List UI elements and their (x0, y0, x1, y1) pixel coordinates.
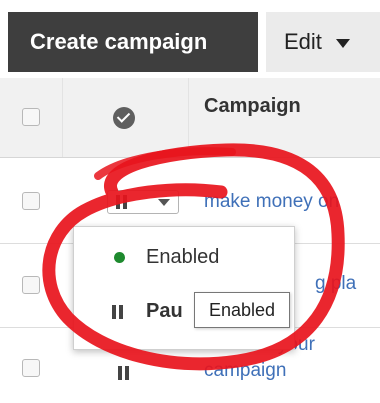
edit-menu-button[interactable]: Edit (266, 12, 380, 72)
pause-icon (116, 195, 128, 209)
row-checkbox[interactable] (22, 276, 40, 294)
row-checkbox[interactable] (22, 359, 40, 377)
campaign-link[interactable]: g pla (315, 273, 356, 295)
status-check-icon (113, 107, 135, 129)
status-option-enabled[interactable]: Enabled (74, 235, 294, 285)
status-option-label: Enabled (146, 246, 220, 268)
edit-button-label: Edit (284, 29, 322, 54)
create-campaign-button[interactable]: Create campaign (8, 12, 258, 72)
column-divider (62, 78, 63, 157)
status-dropdown[interactable] (107, 190, 179, 214)
status-menu: Enabled Pau (73, 226, 295, 350)
campaign-column-header[interactable]: Campaign (204, 95, 301, 118)
tooltip: Enabled (194, 292, 290, 328)
campaign-link[interactable]: make money on (204, 191, 339, 213)
pause-icon (118, 366, 130, 380)
status-option-label: Pau (146, 300, 183, 322)
select-all-checkbox[interactable] (22, 108, 40, 126)
row-checkbox[interactable] (22, 192, 40, 210)
table-header: Campaign (0, 78, 380, 158)
green-dot-icon (114, 252, 125, 263)
column-divider (188, 78, 189, 157)
caret-down-icon (335, 38, 350, 48)
chevron-down-icon (158, 199, 170, 206)
toolbar: Create campaign Edit (0, 0, 380, 78)
pause-icon (112, 305, 124, 319)
